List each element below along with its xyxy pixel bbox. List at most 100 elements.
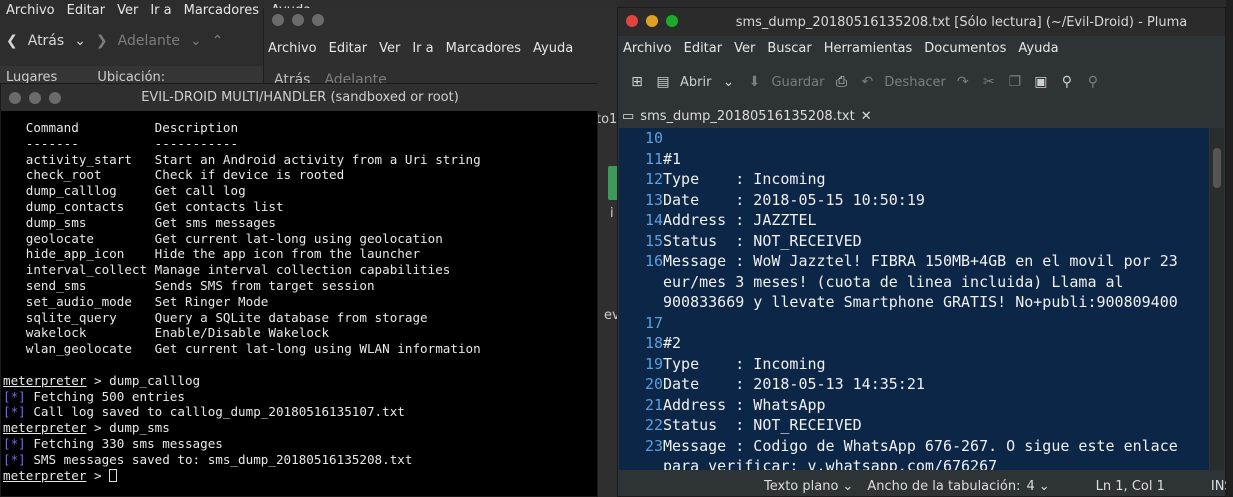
command-name: dump_contacts <box>25 198 125 214</box>
prompt: meterpreter <box>3 467 87 483</box>
line-number: 21 <box>644 395 663 414</box>
current-prompt-line[interactable]: meterpreter > <box>3 468 481 484</box>
new-document-icon[interactable]: ⊞ <box>628 73 646 91</box>
info-line: [*] Fetching 500 entries <box>3 389 481 405</box>
command-row: interval_collect Manage interval collect… <box>3 262 481 278</box>
info-text: SMS messages saved to: sms_dump_20180516… <box>25 451 413 467</box>
close-button[interactable] <box>272 14 284 26</box>
scrollbar-thumb[interactable] <box>1213 148 1221 188</box>
document-tab[interactable]: ▭ sms_dump_20180516135208.txt ✕ <box>622 105 872 127</box>
search-icon[interactable]: ⚲ <box>1058 73 1076 91</box>
close-button[interactable] <box>9 92 21 104</box>
line-text: Address : JAZZTEL <box>663 211 817 229</box>
maximize-button[interactable] <box>312 14 324 26</box>
menu-documentos[interactable]: Documentos <box>924 41 1006 56</box>
chevron-down-icon[interactable]: ⌄ <box>1039 479 1050 494</box>
menu-ver[interactable]: Ver <box>379 41 400 56</box>
chevron-down-icon[interactable]: ⌄ <box>842 479 853 494</box>
command-name: hide_app_icon <box>25 246 125 262</box>
info-line: [*] Call log saved to calllog_dump_20180… <box>3 404 481 420</box>
save-icon[interactable]: ⬇ <box>745 73 763 91</box>
menu-editar[interactable]: Editar <box>67 3 106 18</box>
info-line: [*] SMS messages saved to: sms_dump_2018… <box>3 452 481 468</box>
tab-label[interactable]: sms_dump_20180516135208.txt <box>640 109 854 124</box>
menu-ir-a[interactable]: Ir a <box>150 3 171 18</box>
cursor-position: Ln 1, Col 1 <box>1095 478 1165 494</box>
command-row: wlan_geolocate Get current lat-long usin… <box>3 341 481 357</box>
file-manager-menubar: Archivo Editar Ver Ir a Marcadores Ayuda <box>268 41 573 56</box>
syntax-dropdown[interactable]: Texto plano <box>764 479 838 494</box>
line-number: 14 <box>644 211 663 229</box>
line-number: 23 <box>644 436 663 455</box>
command-row: dump_contacts Get contacts list <box>3 199 481 215</box>
chevron-down-icon[interactable]: ⌄ <box>719 73 737 91</box>
paste-icon[interactable]: ▣ <box>1032 73 1050 91</box>
editor-line: 900833669 y llevate Smartphone GRATIS! N… <box>625 292 1178 313</box>
command-name: set_audio_mode <box>25 293 132 309</box>
minimize-button[interactable] <box>29 92 41 104</box>
line-number: 12 <box>644 170 663 188</box>
line-number: 15 <box>644 231 663 250</box>
prompt-line: meterpreter > dump_calllog <box>3 373 481 389</box>
line-text: Status : NOT_RECEIVED <box>663 416 862 434</box>
maximize-button[interactable] <box>49 92 61 104</box>
chevron-down-icon[interactable]: ⌄ <box>190 33 202 49</box>
menu-ayuda[interactable]: Ayuda <box>533 41 573 56</box>
cut-icon[interactable]: ✂ <box>980 73 998 91</box>
menu-marcadores[interactable]: Marcadores <box>184 3 259 18</box>
line-number: 17 <box>644 313 663 332</box>
line-number: 13 <box>644 190 663 209</box>
editor-line: 22Status : NOT_RECEIVED <box>625 415 1178 436</box>
redo-icon[interactable]: ↷ <box>954 73 972 91</box>
text-editor-area[interactable]: 10 11#1 12Type : Incoming 13Date : 2018-05-… <box>619 128 1209 470</box>
tab-width-label[interactable]: Ancho de la tabulación: <box>867 479 1020 494</box>
back-button[interactable]: Atrás <box>28 33 64 49</box>
menu-archivo[interactable]: Archivo <box>6 3 55 18</box>
terminal-window[interactable]: EVIL-DROID MULTI/HANDLER (sandboxed or r… <box>0 83 599 497</box>
undo-icon[interactable]: ↶ <box>858 73 876 91</box>
menu-editar[interactable]: Editar <box>684 41 723 56</box>
terminal-title: EVIL-DROID MULTI/HANDLER (sandboxed or r… <box>141 90 459 105</box>
minimize-button[interactable] <box>646 15 658 27</box>
desktop-edge <box>1226 0 1233 497</box>
menu-herramientas[interactable]: Herramientas <box>824 41 913 56</box>
print-icon[interactable]: ⎙ <box>832 73 850 91</box>
forward-button[interactable]: Adelante <box>118 33 180 49</box>
search-replace-icon[interactable]: ⚲ <box>1084 73 1102 91</box>
back-arrow-icon[interactable]: ❮ <box>6 33 18 49</box>
close-button[interactable] <box>626 15 638 27</box>
save-button[interactable]: Guardar <box>771 75 824 90</box>
menu-archivo[interactable]: Archivo <box>268 41 317 56</box>
menu-marcadores[interactable]: Marcadores <box>446 41 521 56</box>
editor-line: 16Message : WoW Jazztel! FIBRA 150MB+4GB… <box>625 251 1178 272</box>
menu-editar[interactable]: Editar <box>329 41 368 56</box>
info-tag: [*] <box>3 388 26 404</box>
line-text: Type : Incoming <box>663 170 826 188</box>
up-arrow-icon[interactable]: ⌃ <box>212 33 224 49</box>
copy-icon[interactable]: ❐ <box>1006 73 1024 91</box>
maximize-button[interactable] <box>666 15 678 27</box>
open-button[interactable]: Abrir <box>680 75 711 90</box>
command-description: Enable/Disable Wakelock <box>154 325 330 341</box>
close-tab-icon[interactable]: ✕ <box>861 109 872 124</box>
command-row: hide_app_icon Hide the app icon from the… <box>3 246 481 262</box>
editor-line: 17 <box>625 313 1178 334</box>
chevron-down-icon[interactable]: ⌄ <box>74 33 86 49</box>
forward-arrow-icon[interactable]: ❯ <box>96 33 108 49</box>
command-name: wlan_geolocate <box>25 341 132 357</box>
minimize-button[interactable] <box>292 14 304 26</box>
terminal-titlebar: EVIL-DROID MULTI/HANDLER (sandboxed or r… <box>1 84 599 111</box>
menu-buscar[interactable]: Buscar <box>767 41 811 56</box>
undo-button[interactable]: Deshacer <box>884 75 945 90</box>
tab-width-value[interactable]: 4 <box>1026 479 1034 494</box>
menu-ir-a[interactable]: Ir a <box>412 41 433 56</box>
menu-ver[interactable]: Ver <box>117 3 138 18</box>
editor-line: 12Type : Incoming <box>625 169 1178 190</box>
open-folder-icon[interactable]: ▤ <box>654 73 672 91</box>
terminal-output: Command Description ------- ----------- … <box>3 120 481 483</box>
window-controls <box>272 14 324 26</box>
menu-archivo[interactable]: Archivo <box>623 41 672 56</box>
command-description: Query a SQLite database from storage <box>154 309 428 325</box>
menu-ayuda[interactable]: Ayuda <box>1018 41 1058 56</box>
menu-ver[interactable]: Ver <box>734 41 755 56</box>
